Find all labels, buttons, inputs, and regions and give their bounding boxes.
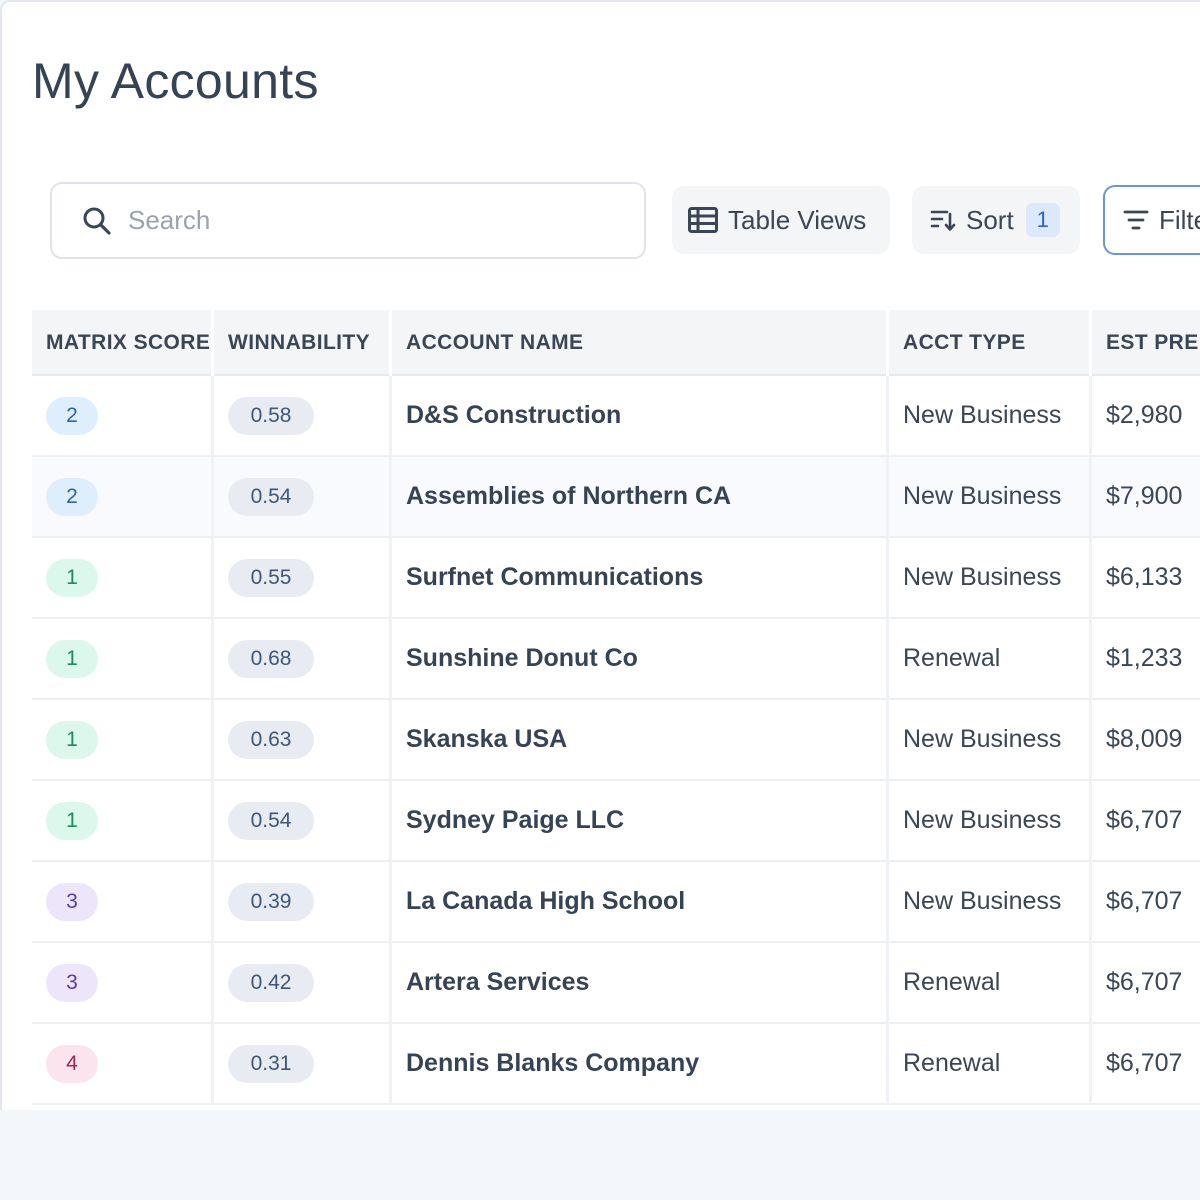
- est-premium-cell: $1,233: [1106, 644, 1183, 672]
- est-premium-cell: $2,980: [1106, 401, 1183, 429]
- sort-count-badge: 1: [1025, 203, 1060, 237]
- table-row[interactable]: 3 0.42 Artera Services Renewal $6,707: [32, 943, 1200, 1024]
- winnability-pill: 0.63: [228, 720, 314, 759]
- acct-type-cell: Renewal: [889, 619, 1092, 698]
- winnability-pill: 0.42: [228, 963, 314, 1002]
- matrix-score-badge: 1: [46, 639, 98, 678]
- table-views-button[interactable]: Table Views: [672, 186, 890, 254]
- matrix-score-badge: 3: [46, 963, 98, 1002]
- matrix-score-badge: 1: [46, 801, 98, 840]
- filter-icon: [1123, 209, 1149, 231]
- acct-type-cell: New Business: [889, 781, 1092, 860]
- table-row[interactable]: 1 0.63 Skanska USA New Business $8,009: [32, 700, 1200, 781]
- column-header-account-name[interactable]: ACCOUNT NAME: [392, 310, 889, 376]
- acct-type-cell: New Business: [889, 376, 1092, 455]
- acct-type-cell: Renewal: [889, 1024, 1092, 1103]
- acct-type-cell: New Business: [889, 700, 1092, 779]
- table-icon: [688, 207, 718, 233]
- sort-button[interactable]: Sort 1: [912, 186, 1080, 254]
- account-name-link[interactable]: Skanska USA: [392, 700, 889, 779]
- search-icon: [80, 204, 114, 238]
- account-name-link[interactable]: La Canada High School: [392, 862, 889, 941]
- matrix-score-badge: 2: [46, 477, 98, 516]
- account-name-link[interactable]: D&S Construction: [392, 376, 889, 455]
- winnability-pill: 0.58: [228, 396, 314, 435]
- table-row[interactable]: 1 0.55 Surfnet Communications New Busine…: [32, 538, 1200, 619]
- table-header: MATRIX SCORE WINNABILITY ACCOUNT NAME AC…: [32, 310, 1200, 376]
- acct-type-cell: New Business: [889, 457, 1092, 536]
- column-header-matrix-score[interactable]: MATRIX SCORE: [32, 310, 214, 376]
- account-name-link[interactable]: Artera Services: [392, 943, 889, 1022]
- matrix-score-badge: 1: [46, 720, 98, 759]
- table-row[interactable]: 1 0.54 Sydney Paige LLC New Business $6,…: [32, 781, 1200, 862]
- acct-type-cell: Renewal: [889, 943, 1092, 1022]
- matrix-score-badge: 4: [46, 1044, 98, 1083]
- table-row[interactable]: 4 0.31 Dennis Blanks Company Renewal $6,…: [32, 1024, 1200, 1105]
- est-premium-cell: $6,707: [1106, 968, 1183, 996]
- est-premium-cell: $6,133: [1106, 563, 1183, 591]
- table-row[interactable]: 2 0.58 D&S Construction New Business $2,…: [32, 376, 1200, 457]
- est-premium-cell: $6,707: [1106, 1049, 1183, 1077]
- account-name-link[interactable]: Sydney Paige LLC: [392, 781, 889, 860]
- account-name-link[interactable]: Surfnet Communications: [392, 538, 889, 617]
- table-row[interactable]: 3 0.39 La Canada High School New Busines…: [32, 862, 1200, 943]
- winnability-pill: 0.39: [228, 882, 314, 921]
- search-box[interactable]: [50, 182, 646, 259]
- account-name-link[interactable]: Dennis Blanks Company: [392, 1024, 889, 1103]
- sort-label: Sort: [966, 204, 1014, 235]
- est-premium-cell: $6,707: [1106, 887, 1183, 915]
- accounts-panel: My Accounts Table Views: [0, 0, 1200, 1110]
- column-header-winnability[interactable]: WINNABILITY: [214, 310, 392, 376]
- table-row[interactable]: 2 0.54 Assemblies of Northern CA New Bus…: [32, 457, 1200, 538]
- matrix-score-badge: 3: [46, 882, 98, 921]
- acct-type-cell: New Business: [889, 538, 1092, 617]
- column-header-est-premium[interactable]: EST PRE: [1092, 310, 1200, 376]
- search-input[interactable]: [128, 205, 608, 236]
- matrix-score-badge: 2: [46, 396, 98, 435]
- filter-label: Filte: [1159, 204, 1200, 235]
- column-header-acct-type[interactable]: ACCT TYPE: [889, 310, 1092, 376]
- account-name-link[interactable]: Sunshine Donut Co: [392, 619, 889, 698]
- est-premium-cell: $6,707: [1106, 806, 1183, 834]
- table-views-label: Table Views: [728, 204, 867, 235]
- accounts-table: MATRIX SCORE WINNABILITY ACCOUNT NAME AC…: [32, 310, 1200, 1105]
- est-premium-cell: $7,900: [1092, 457, 1200, 536]
- matrix-score-badge: 1: [46, 558, 98, 597]
- winnability-pill: 0.54: [228, 477, 314, 516]
- sort-icon: [930, 208, 956, 232]
- winnability-pill: 0.31: [228, 1044, 314, 1083]
- est-premium-cell: $8,009: [1106, 725, 1183, 753]
- account-name-link[interactable]: Assemblies of Northern CA: [392, 457, 889, 536]
- winnability-pill: 0.54: [228, 801, 314, 840]
- winnability-pill: 0.68: [228, 639, 314, 678]
- table-row[interactable]: 1 0.68 Sunshine Donut Co Renewal $1,233: [32, 619, 1200, 700]
- page-title: My Accounts: [32, 53, 319, 109]
- winnability-pill: 0.55: [228, 558, 314, 597]
- filter-button[interactable]: Filte: [1103, 185, 1200, 255]
- acct-type-cell: New Business: [889, 862, 1092, 941]
